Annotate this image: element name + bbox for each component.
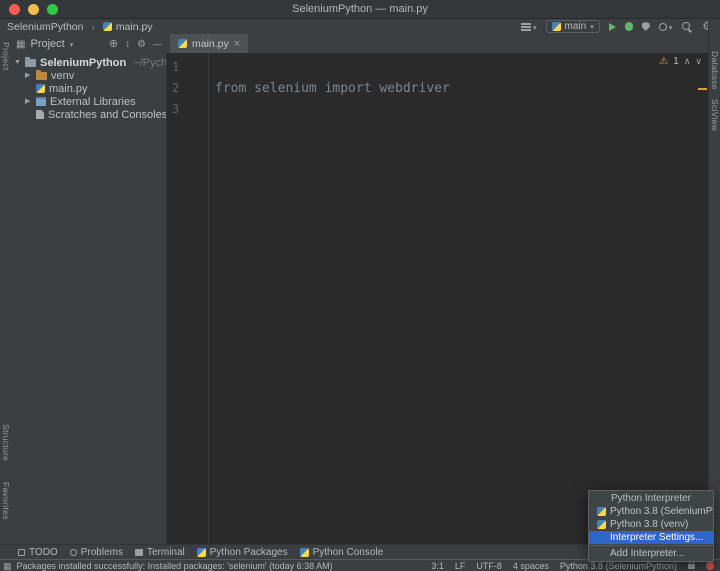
popup-item-add-interpreter[interactable]: Add Interpreter... [589, 547, 713, 560]
problems-icon [70, 549, 77, 556]
collapse-chevron-icon[interactable] [14, 56, 21, 69]
tool-window-stripe-structure[interactable]: Structure [1, 424, 11, 461]
tool-window-stripe-sciview[interactable]: SciView [710, 99, 720, 131]
chevron-down-icon [70, 38, 74, 50]
run-configurations-icon[interactable] [521, 21, 537, 33]
warning-stripe-mark[interactable] [698, 88, 707, 90]
code-line-import[interactable]: from selenium import webdriver [215, 78, 450, 99]
tool-window-stripe-project[interactable]: Project [1, 42, 11, 71]
warning-count: 1 [673, 56, 679, 67]
search-everywhere-icon[interactable] [681, 21, 693, 33]
tool-window-button-todo[interactable]: TODO [18, 547, 58, 558]
popup-item-interpreter-1[interactable]: Python 3.8 (SeleniumPython) [589, 505, 713, 518]
traffic-lights [9, 4, 58, 15]
venv-folder-icon [36, 72, 47, 80]
close-tab-icon[interactable] [234, 38, 240, 50]
breadcrumb-file[interactable]: main.py [103, 21, 153, 33]
left-tool-window-stripe: Project Structure Favorites [0, 34, 11, 544]
scratches-icon [36, 110, 44, 119]
interpreter-widget[interactable]: Python 3.8 (SeleniumPython) [560, 561, 677, 571]
libraries-icon [36, 97, 46, 106]
line-separator-widget[interactable]: LF [455, 561, 466, 571]
coverage-button[interactable] [642, 22, 650, 31]
run-button[interactable] [609, 23, 616, 31]
popup-item-interpreter-2[interactable]: Python 3.8 (venv) [589, 518, 713, 531]
popup-title: Python Interpreter [589, 492, 713, 505]
project-path: ~/PycharmProjects [133, 57, 166, 69]
tool-window-stripe-favorites[interactable]: Favorites [1, 482, 11, 520]
breadcrumb-project[interactable]: SeleniumPython [7, 21, 83, 33]
tool-window-button-terminal[interactable]: Terminal [135, 547, 185, 558]
expand-collapse-button[interactable] [125, 38, 130, 50]
caret-position-widget[interactable]: 3:1 [431, 561, 444, 571]
previous-issue-icon[interactable] [684, 56, 691, 67]
next-issue-icon[interactable] [695, 56, 702, 67]
project-tree: SeleniumPython ~/PycharmProjects venv ma… [11, 53, 167, 544]
project-folder-icon [25, 59, 36, 67]
tool-window-switcher-icon[interactable] [3, 561, 12, 571]
tree-row-scratches[interactable]: Scratches and Consoles [11, 108, 166, 121]
navigation-bar: SeleniumPython main.py main [0, 19, 720, 34]
inspection-widget: 1 [659, 56, 702, 67]
debug-button[interactable] [625, 22, 633, 31]
python-file-icon [103, 22, 112, 31]
line-number: 3 [172, 99, 179, 120]
tool-window-stripe-database[interactable]: Database [710, 51, 720, 90]
popup-separator [589, 545, 713, 546]
run-config-icon [552, 22, 561, 31]
python-icon [197, 548, 206, 557]
encoding-widget[interactable]: UTF-8 [476, 561, 502, 571]
tree-row-mainpy[interactable]: main.py [11, 82, 166, 95]
expand-chevron-icon[interactable] [25, 95, 32, 108]
close-window-button[interactable] [9, 4, 20, 15]
tool-row: Project main.py [0, 34, 720, 53]
tool-window-button-problems[interactable]: Problems [70, 547, 123, 558]
minimize-window-button[interactable] [28, 4, 39, 15]
editor-tab-label: main.py [192, 38, 229, 50]
editor-area[interactable]: 1 2 3 from selenium import webdriver 1 [167, 53, 708, 544]
project-view-icon[interactable] [16, 38, 25, 50]
tree-root-row[interactable]: SeleniumPython ~/PycharmProjects [11, 56, 166, 69]
chevron-down-icon [533, 21, 537, 33]
hide-panel-button[interactable] [153, 38, 162, 50]
tool-window-button-python-packages[interactable]: Python Packages [197, 547, 288, 558]
editor-tab-mainpy[interactable]: main.py [170, 34, 248, 53]
python-icon [300, 548, 309, 557]
pycharm-window: SeleniumPython — main.py SeleniumPython … [0, 0, 720, 571]
title-bar: SeleniumPython — main.py [0, 0, 720, 19]
zoom-window-button[interactable] [47, 4, 58, 15]
run-toolbar: main [521, 20, 713, 33]
popup-item-interpreter-settings[interactable]: Interpreter Settings... [589, 531, 713, 544]
project-panel-header: Project [11, 34, 167, 53]
lock-icon[interactable] [688, 564, 695, 569]
project-options-icon[interactable] [137, 38, 146, 50]
window-title: SeleniumPython — main.py [292, 3, 428, 15]
project-panel-title[interactable]: Project [30, 38, 64, 50]
tool-window-button-python-console[interactable]: Python Console [300, 547, 384, 558]
python-icon [597, 520, 606, 529]
chevron-down-icon [590, 21, 594, 32]
tree-row-external-libraries[interactable]: External Libraries [11, 95, 166, 108]
expand-chevron-icon[interactable] [25, 69, 32, 82]
python-icon [597, 507, 606, 516]
indent-widget[interactable]: 4 spaces [513, 561, 549, 571]
right-tool-window-stripe: Database SciView [708, 19, 720, 544]
line-number: 2 [172, 78, 179, 99]
warning-icon [659, 56, 668, 67]
terminal-icon [135, 549, 143, 556]
todo-icon [18, 549, 25, 556]
profiler-button[interactable] [659, 21, 673, 33]
python-file-icon [178, 39, 187, 48]
status-message: Packages installed successfully: Install… [17, 561, 333, 571]
notification-icon[interactable] [706, 562, 714, 570]
editor-gutter: 1 2 3 [167, 53, 209, 544]
locate-file-button[interactable] [109, 38, 118, 50]
chevron-down-icon [669, 21, 673, 33]
line-number: 1 [172, 57, 179, 78]
run-config-selector[interactable]: main [546, 20, 600, 33]
chevron-right-icon [91, 21, 94, 33]
interpreter-popup: Python Interpreter Python 3.8 (SeleniumP… [588, 490, 714, 562]
tree-row-venv[interactable]: venv [11, 69, 166, 82]
python-file-icon [36, 84, 45, 93]
